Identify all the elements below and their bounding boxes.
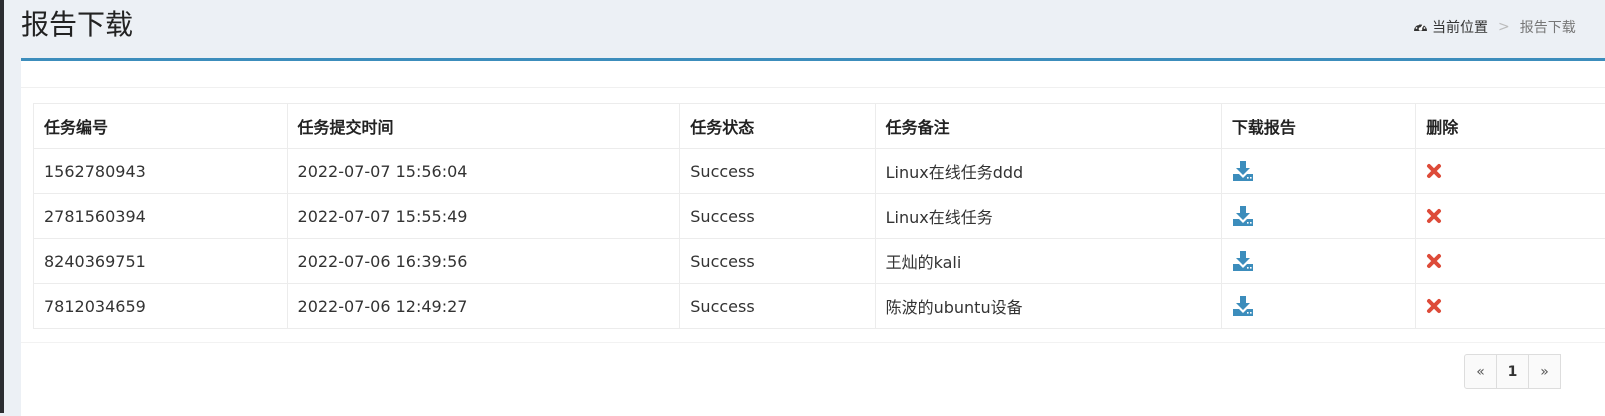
column-header-task-id: 任务编号 xyxy=(34,104,288,149)
column-header-note: 任务备注 xyxy=(875,104,1221,149)
download-icon[interactable] xyxy=(1232,251,1415,271)
note-cell: 王灿的kali xyxy=(875,239,1221,284)
download-icon[interactable] xyxy=(1232,296,1415,316)
table-row: 1562780943 2022-07-07 15:56:04 Success L… xyxy=(34,149,1605,194)
delete-cell xyxy=(1416,284,1605,329)
download-cell xyxy=(1221,239,1415,284)
box-footer-divider xyxy=(21,342,1605,343)
download-icon[interactable] xyxy=(1232,161,1415,181)
download-cell xyxy=(1221,149,1415,194)
table-row: 2781560394 2022-07-07 15:55:49 Success L… xyxy=(34,194,1605,239)
report-table: 任务编号 任务提交时间 任务状态 任务备注 下载报告 删除 1562780943… xyxy=(33,103,1605,329)
note-cell: Linux在线任务 xyxy=(875,194,1221,239)
delete-cell xyxy=(1416,239,1605,284)
submit-time-cell: 2022-07-06 16:39:56 xyxy=(287,239,680,284)
task-id-cell: 7812034659 xyxy=(34,284,288,329)
column-header-delete: 删除 xyxy=(1416,104,1605,149)
pagination-prev-button[interactable]: « xyxy=(1464,354,1497,389)
delete-icon[interactable] xyxy=(1426,163,1605,179)
delete-cell xyxy=(1416,149,1605,194)
dashboard-icon xyxy=(1413,20,1428,34)
table-header-row: 任务编号 任务提交时间 任务状态 任务备注 下载报告 删除 xyxy=(34,104,1605,149)
note-cell: 陈波的ubuntu设备 xyxy=(875,284,1221,329)
delete-icon[interactable] xyxy=(1426,298,1605,314)
breadcrumb: 当前位置 > 报告下载 xyxy=(1413,17,1576,37)
pagination: « 1 » xyxy=(1464,354,1561,389)
delete-icon[interactable] xyxy=(1426,208,1605,224)
column-header-download: 下载报告 xyxy=(1221,104,1415,149)
delete-cell xyxy=(1416,194,1605,239)
submit-time-cell: 2022-07-06 12:49:27 xyxy=(287,284,680,329)
box-header-divider xyxy=(21,87,1605,88)
status-cell: Success xyxy=(680,194,875,239)
download-icon[interactable] xyxy=(1232,206,1415,226)
breadcrumb-separator: > xyxy=(1498,19,1510,35)
task-id-cell: 2781560394 xyxy=(34,194,288,239)
pagination-next-button[interactable]: » xyxy=(1528,354,1561,389)
breadcrumb-current: 报告下载 xyxy=(1520,17,1576,37)
report-box: 任务编号 任务提交时间 任务状态 任务备注 下载报告 删除 1562780943… xyxy=(21,58,1605,416)
pagination-page-button[interactable]: 1 xyxy=(1496,354,1529,389)
status-cell: Success xyxy=(680,239,875,284)
status-cell: Success xyxy=(680,284,875,329)
task-id-cell: 8240369751 xyxy=(34,239,288,284)
download-cell xyxy=(1221,284,1415,329)
submit-time-cell: 2022-07-07 15:56:04 xyxy=(287,149,680,194)
status-cell: Success xyxy=(680,149,875,194)
download-cell xyxy=(1221,194,1415,239)
window-left-edge xyxy=(0,0,4,413)
delete-icon[interactable] xyxy=(1426,253,1605,269)
task-id-cell: 1562780943 xyxy=(34,149,288,194)
column-header-status: 任务状态 xyxy=(680,104,875,149)
note-cell: Linux在线任务ddd xyxy=(875,149,1221,194)
table-row: 7812034659 2022-07-06 12:49:27 Success 陈… xyxy=(34,284,1605,329)
breadcrumb-root-link[interactable]: 当前位置 xyxy=(1432,17,1488,37)
submit-time-cell: 2022-07-07 15:55:49 xyxy=(287,194,680,239)
table-row: 8240369751 2022-07-06 16:39:56 Success 王… xyxy=(34,239,1605,284)
column-header-submit-time: 任务提交时间 xyxy=(287,104,680,149)
page-title: 报告下载 xyxy=(21,6,133,44)
